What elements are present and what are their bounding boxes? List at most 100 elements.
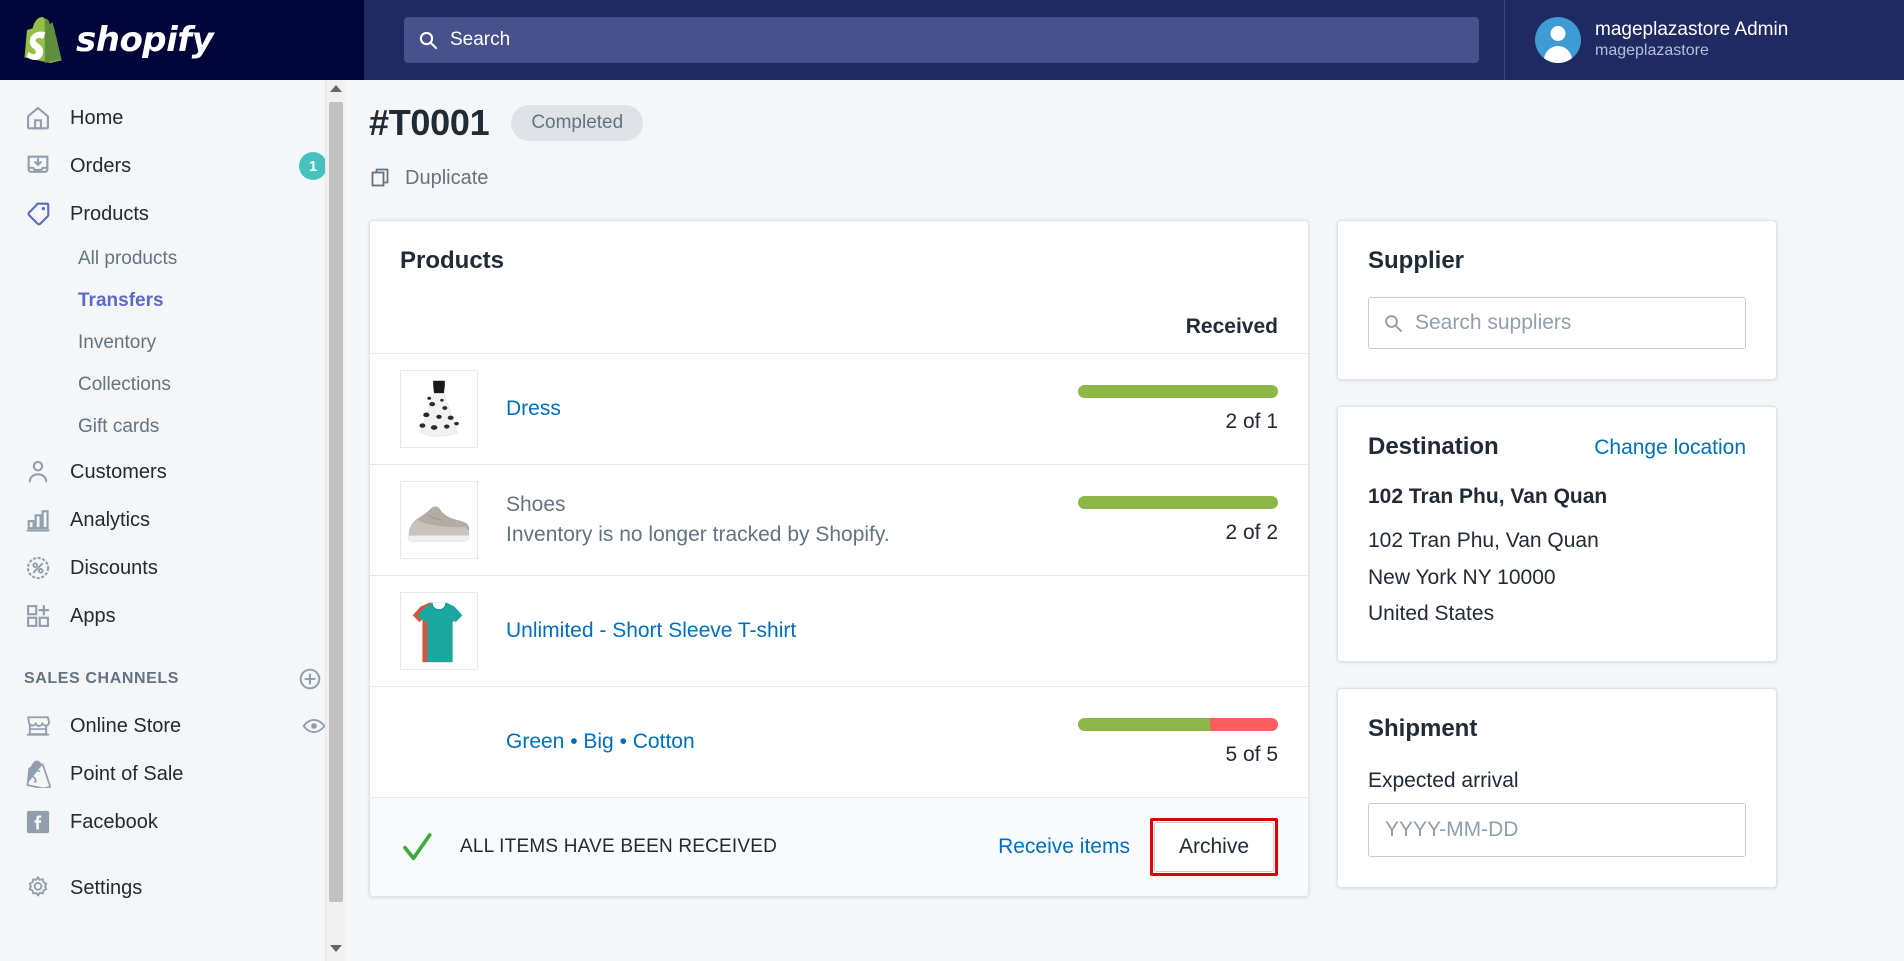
row-info: Shoes Inventory is no longer tracked by … [506, 493, 1078, 547]
sidebar-item-online-store[interactable]: Online Store [0, 702, 345, 750]
user-store-name: mageplazastore [1595, 42, 1709, 60]
global-search-input[interactable]: Search [404, 17, 1479, 63]
row-info: Unlimited - Short Sleeve T-shirt [506, 619, 1078, 643]
product-name-link[interactable]: Dress [506, 397, 1078, 421]
change-location-link[interactable]: Change location [1594, 436, 1746, 460]
scrollbar-thumb[interactable] [329, 102, 343, 902]
scroll-up-arrow-icon[interactable] [329, 85, 342, 92]
sidebar-item-gift-cards[interactable]: Gift cards [0, 406, 345, 448]
scroll-down-arrow-icon[interactable] [330, 945, 342, 952]
sidebar-item-analytics[interactable]: Analytics [0, 496, 345, 544]
tshirt-thumbnail [400, 592, 478, 670]
sidebar-item-orders[interactable]: Orders 1 [0, 142, 345, 190]
shipment-card: Shipment Expected arrival YYYY-MM-DD [1337, 687, 1777, 888]
user-menu[interactable]: mageplazastore Admin mageplazastore [1504, 0, 1904, 80]
brand-wordmark: shopify [76, 20, 214, 60]
destination-card-header: Destination Change location [1368, 433, 1746, 461]
orders-icon [27, 155, 49, 173]
product-name-link[interactable]: Unlimited - Short Sleeve T-shirt [506, 619, 1078, 643]
variant-options-link[interactable]: Green • Big • Cotton [506, 730, 1078, 754]
pos-bag-icon [26, 760, 52, 788]
sidebar-item-label: Point of Sale [70, 762, 184, 785]
row-received: 5 of 5 [1078, 717, 1278, 767]
received-count: 5 of 5 [1225, 742, 1278, 766]
user-name: mageplazastore Admin [1595, 18, 1789, 40]
address-line: New York NY 10000 [1368, 565, 1556, 589]
app-shell: Home Orders 1 Products All products Tran… [0, 80, 1904, 961]
shoe-image [401, 482, 477, 558]
gear-icon [28, 876, 48, 897]
main-content: #T0001 Completed Duplicate Products Rece… [345, 80, 1904, 961]
received-count: 2 of 2 [1225, 520, 1278, 544]
expected-arrival-placeholder: YYYY-MM-DD [1385, 817, 1519, 841]
products-subnav: All products Transfers Inventory Collect… [0, 238, 345, 448]
sidebar-item-label: Products [70, 202, 149, 225]
content-columns: Products Received Dress 2 of 1 Shoes Inv… [345, 190, 1904, 914]
expected-arrival-label: Expected arrival [1368, 768, 1519, 792]
shipment-card-header: Shipment [1368, 715, 1746, 743]
apps-grid-plus-icon [27, 604, 50, 627]
sales-channels-title: SALES CHANNELS [24, 670, 180, 687]
top-bar-search-area: Search [364, 0, 1504, 80]
status-badge: Completed [511, 105, 644, 141]
avatar [1535, 17, 1581, 63]
dress-thumbnail [400, 370, 478, 448]
products-card: Products Received Dress 2 of 1 Shoes Inv… [369, 220, 1309, 897]
sidebar-item-point-of-sale[interactable]: Point of Sale [0, 750, 345, 798]
shipment-title: Shipment [1368, 714, 1478, 742]
shopify-logo[interactable]: shopify [0, 0, 364, 80]
shopify-bag-icon [24, 17, 62, 63]
expected-arrival-input[interactable]: YYYY-MM-DD [1368, 802, 1746, 857]
destination-card: Destination Change location 102 Tran Phu… [1337, 406, 1777, 662]
subnav-label: Gift cards [78, 416, 160, 437]
address-line: 102 Tran Phu, Van Quan [1368, 529, 1599, 552]
sales-channels-header: SALES CHANNELS [0, 640, 345, 702]
supplier-search-input[interactable]: Search suppliers [1368, 297, 1746, 349]
duplicate-button[interactable]: Duplicate [369, 166, 1904, 190]
sidebar-item-inventory[interactable]: Inventory [0, 322, 345, 364]
top-bar: shopify Search mageplazastore Admin mage… [0, 0, 1904, 80]
eye-icon[interactable] [301, 713, 327, 739]
title-row: #T0001 Completed [369, 102, 1904, 144]
sidebar-item-label: Orders [70, 154, 132, 177]
progress-green-segment [1078, 717, 1210, 731]
products-tag-icon [27, 202, 50, 226]
archive-button[interactable]: Archive [1153, 822, 1274, 872]
received-label: Received [1185, 315, 1278, 338]
sidebar-item-home[interactable]: Home [0, 94, 345, 142]
page-header: #T0001 Completed Duplicate [345, 80, 1904, 190]
sidebar-item-collections[interactable]: Collections [0, 364, 345, 406]
sidebar-scrollbar[interactable] [325, 80, 345, 961]
sidebar-item-transfers[interactable]: Transfers [0, 280, 345, 322]
sidebar-nav: Home Orders 1 Products All products Tran… [0, 80, 345, 961]
destination-title: Destination [1368, 433, 1499, 460]
sidebar-item-customers[interactable]: Customers [0, 448, 345, 496]
search-icon [419, 31, 438, 50]
received-column-header: Received [370, 275, 1308, 353]
duplicate-label: Duplicate [405, 166, 489, 189]
table-row: Dress 2 of 1 [370, 353, 1308, 464]
plus-circle-icon[interactable] [297, 666, 323, 692]
sidebar-item-facebook[interactable]: Facebook [0, 798, 345, 846]
supplier-card: Supplier Search suppliers [1337, 220, 1777, 380]
sidebar-item-settings[interactable]: Settings [0, 864, 345, 912]
right-column: Supplier Search suppliers Destination Ch… [1337, 220, 1777, 914]
products-card-header: Products [370, 221, 1308, 275]
progress-green-segment [1078, 495, 1278, 509]
inventory-note: Inventory is no longer tracked by Shopif… [506, 523, 890, 546]
shoes-thumbnail [400, 481, 478, 559]
sidebar-item-apps[interactable]: Apps [0, 592, 345, 640]
progress-bar [1078, 717, 1278, 731]
archive-highlight: Archive [1149, 818, 1278, 876]
table-row: Green • Big • Cotton 5 of 5 [370, 686, 1308, 797]
sidebar-item-products[interactable]: Products [0, 190, 345, 238]
supplier-title: Supplier [1368, 247, 1465, 274]
receive-items-link[interactable]: Receive items [984, 825, 1144, 869]
sidebar-item-discounts[interactable]: Discounts [0, 544, 345, 592]
sidebar-item-all-products[interactable]: All products [0, 238, 345, 280]
row-received: 2 of 1 [1078, 384, 1278, 434]
duplicate-icon [371, 168, 389, 187]
search-placeholder: Search [450, 29, 511, 50]
customer-icon [28, 460, 48, 483]
